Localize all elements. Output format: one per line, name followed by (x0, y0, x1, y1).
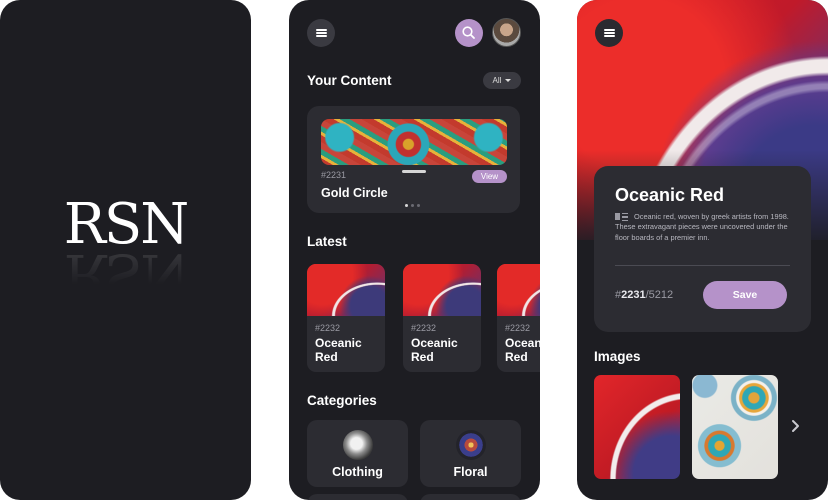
detail-title: Oceanic Red (615, 185, 725, 205)
latest-card[interactable]: #2232 Oceanic Red (497, 264, 540, 372)
gallery-image[interactable] (594, 375, 680, 479)
item-count: #2231/5212 (615, 289, 673, 301)
latest-name: Oceanic Red (505, 336, 540, 364)
category-clothing[interactable]: Clothing (307, 420, 408, 487)
carousel-dots[interactable] (405, 204, 420, 207)
drag-handle[interactable] (402, 170, 426, 173)
logo: RSN RSN (0, 196, 251, 307)
featured-card[interactable]: #2231 Gold Circle View (307, 106, 520, 213)
your-content-title: Your Content (307, 73, 392, 88)
gallery-image[interactable] (692, 375, 778, 479)
menu-icon (315, 29, 327, 37)
detail-card: Oceanic Red Oceanic red, woven by greek … (594, 166, 811, 332)
save-button[interactable]: Save (703, 281, 787, 309)
latest-thumbnail (307, 264, 385, 316)
carousel-dot[interactable] (417, 204, 420, 207)
latest-card[interactable]: #2232 Oceanic Red (403, 264, 481, 372)
category-floral[interactable]: Floral (420, 420, 521, 487)
menu-button[interactable] (307, 19, 335, 47)
latest-name: Oceanic Red (315, 336, 362, 364)
divider (615, 265, 790, 266)
count-total: /5212 (645, 289, 674, 301)
detail-description: Oceanic red, woven by greek artists from… (615, 212, 789, 242)
search-icon (462, 26, 475, 39)
chevron-right-icon[interactable] (790, 418, 801, 434)
latest-thumbnail (497, 264, 540, 316)
avatar[interactable] (492, 18, 521, 47)
category-card-partial[interactable] (307, 494, 408, 500)
images-title: Images (594, 349, 641, 364)
search-button[interactable] (455, 19, 483, 47)
carousel-dot[interactable] (405, 204, 408, 207)
category-card-partial[interactable] (420, 494, 521, 500)
count-current: 2231 (621, 289, 646, 301)
menu-icon (603, 29, 615, 37)
category-label: Clothing (332, 465, 383, 479)
latest-title: Latest (307, 234, 347, 249)
home-screen: Your Content All #2231 Gold Circle View … (289, 0, 540, 500)
featured-name: Gold Circle (321, 186, 388, 200)
detail-screen: Oceanic Red Oceanic red, woven by greek … (577, 0, 828, 500)
menu-button[interactable] (595, 19, 623, 47)
chevron-down-icon (505, 79, 512, 82)
filter-dropdown[interactable]: All (483, 72, 521, 89)
view-button[interactable]: View (472, 170, 507, 183)
categories-title: Categories (307, 393, 377, 408)
featured-image (321, 119, 507, 165)
logo-reflection: RSN (63, 241, 188, 306)
category-label: Floral (453, 465, 488, 479)
latest-id: #2232 (315, 323, 341, 333)
carousel-dot[interactable] (411, 204, 414, 207)
splash-screen: RSN RSN (0, 0, 251, 500)
latest-card[interactable]: #2232 Oceanic Red (307, 264, 385, 372)
latest-name: Oceanic Red (411, 336, 458, 364)
floral-icon (456, 430, 486, 460)
latest-id: #2232 (411, 323, 437, 333)
latest-thumbnail (403, 264, 481, 316)
featured-id: #2231 (321, 170, 347, 180)
filter-label: All (492, 76, 502, 85)
clothing-icon (343, 430, 373, 460)
latest-id: #2232 (505, 323, 531, 333)
